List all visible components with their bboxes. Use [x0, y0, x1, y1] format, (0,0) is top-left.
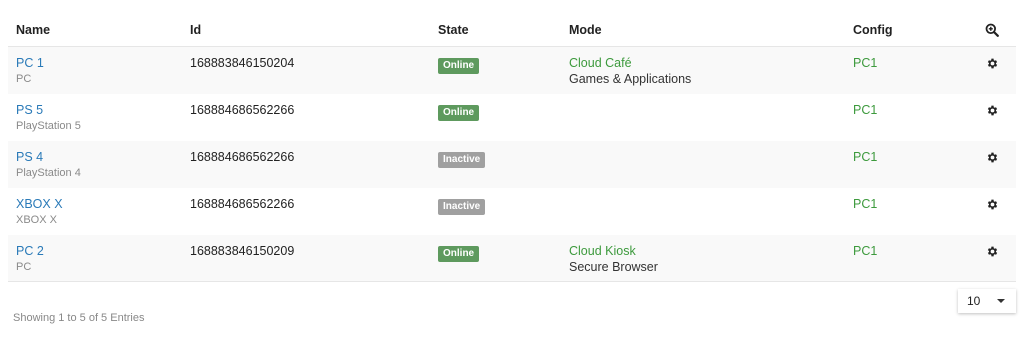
device-id: 168884686562266 [190, 103, 295, 117]
mode-name-link[interactable]: Cloud Kiosk [569, 243, 658, 259]
gear-icon[interactable] [984, 196, 1000, 212]
table-row: PC 1 PC 168883846150204 Online Cloud Café Gam… [8, 47, 1016, 94]
devices-table: Name Id State Mode Config PC 1 PC 16888384… [8, 14, 1016, 282]
header-mode[interactable]: Mode [569, 23, 602, 37]
device-id: 168884686562266 [190, 150, 295, 164]
device-id: 168883846150204 [190, 56, 295, 70]
gear-icon[interactable] [984, 102, 1000, 118]
device-type: PC [16, 73, 32, 85]
header-id[interactable]: Id [190, 23, 201, 37]
header-config[interactable]: Config [853, 23, 893, 37]
device-name-link[interactable]: PS 5 [16, 102, 81, 118]
mode-description: Games & Applications [569, 72, 692, 86]
device-name-link[interactable]: PC 1 [16, 55, 44, 71]
table-row: PS 5 PlayStation 5 168884686562266 Online PC… [8, 94, 1016, 141]
config-link[interactable]: PC1 [853, 102, 877, 118]
device-name-cell: PS 5 PlayStation 5 [16, 102, 81, 134]
state-cell: Inactive [438, 196, 486, 215]
table-row: PC 2 PC 168883846150209 Online Cloud Kiosk Se… [8, 235, 1016, 282]
device-type: PC [16, 261, 32, 273]
gear-icon[interactable] [984, 243, 1000, 259]
page-size-value: 10 [967, 294, 981, 308]
status-badge: Inactive [438, 199, 486, 215]
table-row: PS 4 PlayStation 4 168884686562266 Inactive… [8, 141, 1016, 188]
device-id: 168883846150209 [190, 244, 295, 258]
state-cell: Online [438, 55, 480, 74]
device-type: PlayStation 4 [16, 167, 81, 179]
page-size-select[interactable]: 10 [958, 289, 1016, 313]
table-header: Name Id State Mode Config [8, 14, 1016, 47]
config-link[interactable]: PC1 [853, 196, 877, 212]
status-badge: Online [438, 105, 480, 121]
entries-info: Showing 1 to 5 of 5 Entries [13, 312, 145, 324]
config-link[interactable]: PC1 [853, 149, 877, 165]
device-name-link[interactable]: PS 4 [16, 149, 81, 165]
zoom-search-icon[interactable] [984, 22, 1000, 38]
gear-icon[interactable] [984, 149, 1000, 165]
device-id: 168884686562266 [190, 197, 295, 211]
status-badge: Inactive [438, 152, 486, 168]
device-name-cell: PC 2 PC [16, 243, 44, 275]
chevron-down-icon [997, 299, 1005, 303]
header-name[interactable]: Name [16, 23, 50, 37]
state-cell: Online [438, 102, 480, 121]
mode-cell: Cloud Kiosk Secure Browser [569, 243, 658, 275]
config-link[interactable]: PC1 [853, 55, 877, 71]
device-name-link[interactable]: PC 2 [16, 243, 44, 259]
table-row: XBOX X XBOX X 168884686562266 Inactive PC1 [8, 188, 1016, 235]
state-cell: Online [438, 243, 480, 262]
status-badge: Online [438, 246, 480, 262]
device-name-link[interactable]: XBOX X [16, 196, 63, 212]
header-state[interactable]: State [438, 23, 469, 37]
mode-cell: Cloud Café Games & Applications [569, 55, 691, 87]
state-cell: Inactive [438, 149, 486, 168]
device-name-cell: XBOX X XBOX X [16, 196, 63, 228]
device-name-cell: PS 4 PlayStation 4 [16, 149, 81, 181]
device-type: PlayStation 5 [16, 120, 81, 132]
gear-icon[interactable] [984, 55, 1000, 71]
mode-name-link[interactable]: Cloud Café [569, 55, 691, 71]
status-badge: Online [438, 58, 480, 74]
config-link[interactable]: PC1 [853, 243, 877, 259]
mode-description: Secure Browser [569, 260, 658, 274]
device-type: XBOX X [16, 214, 57, 226]
device-name-cell: PC 1 PC [16, 55, 44, 87]
